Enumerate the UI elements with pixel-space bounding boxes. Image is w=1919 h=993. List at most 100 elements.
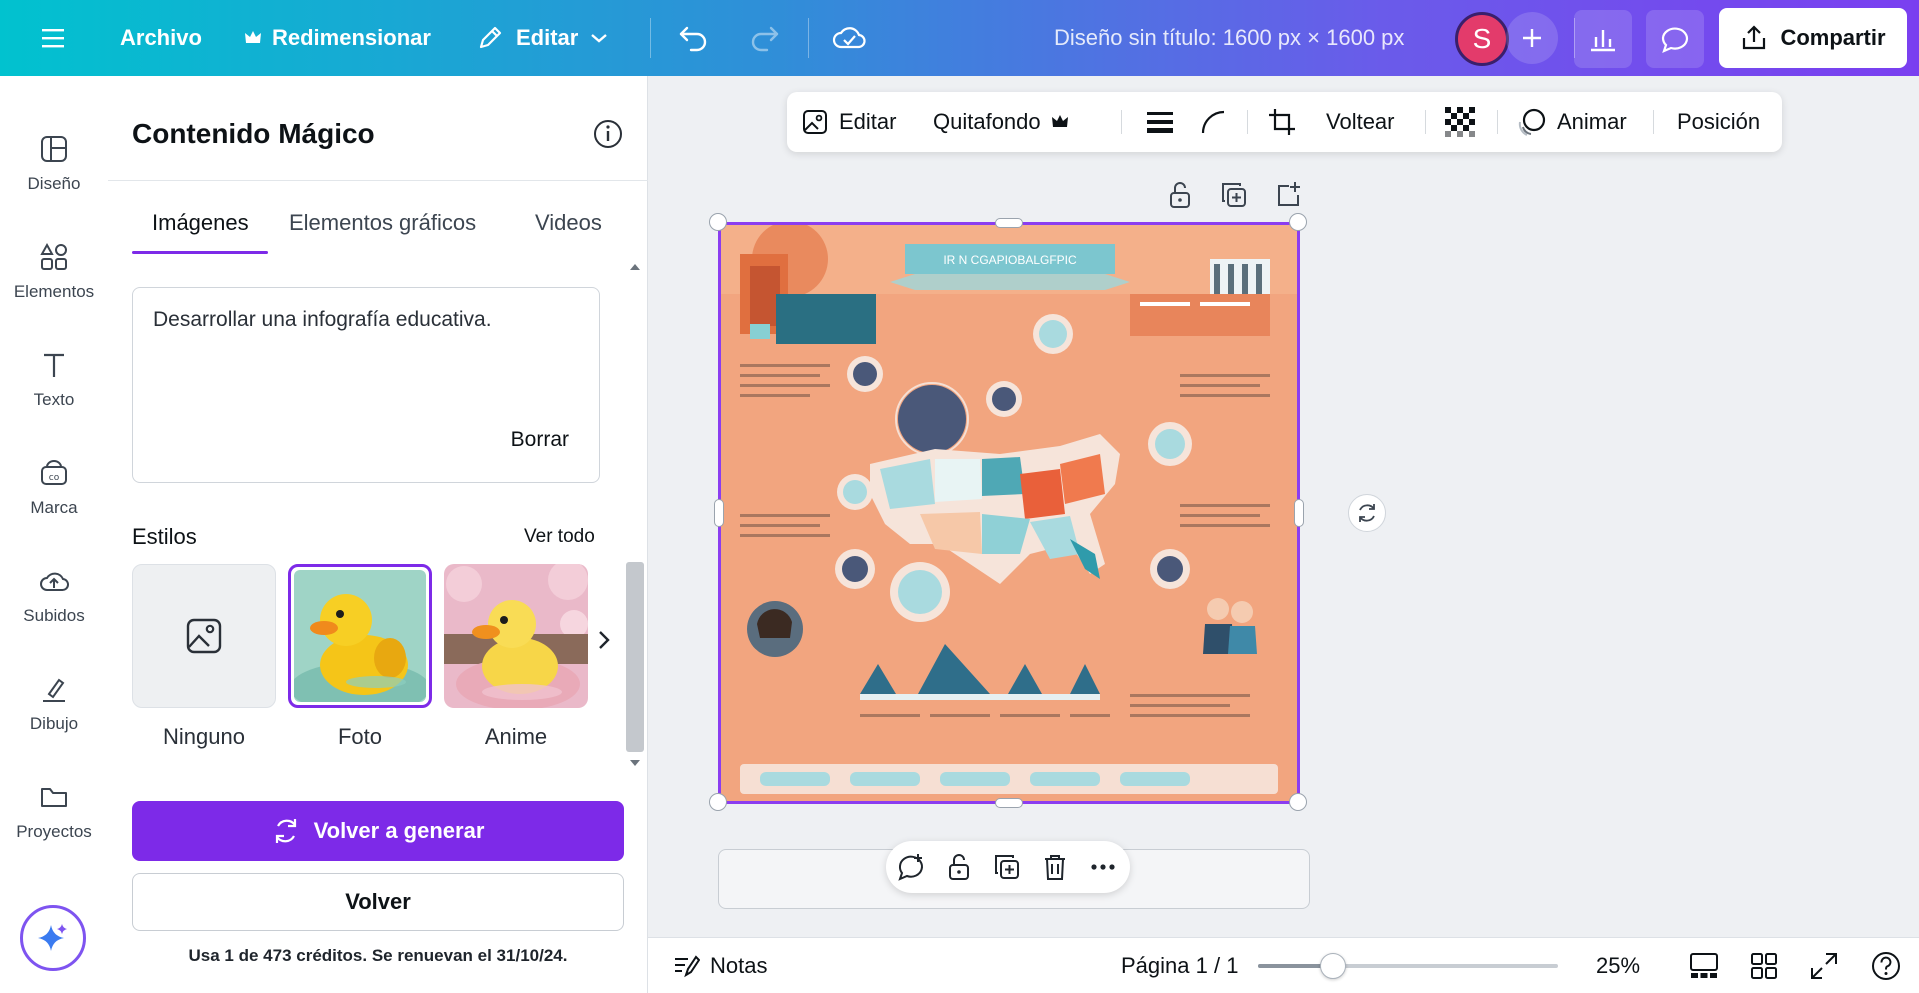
divider bbox=[808, 18, 809, 58]
flip-label: Voltear bbox=[1326, 109, 1395, 134]
hamburger-menu-button[interactable] bbox=[40, 0, 66, 76]
tab-videos[interactable]: Videos bbox=[535, 210, 602, 236]
see-all-link[interactable]: Ver todo bbox=[524, 526, 595, 548]
grid-view-icon[interactable] bbox=[1748, 950, 1780, 982]
scroll-down-arrow-icon[interactable] bbox=[629, 758, 641, 768]
zoom-slider-thumb[interactable] bbox=[1320, 953, 1346, 979]
panel-scrollbar-thumb[interactable] bbox=[626, 562, 644, 752]
add-comment-icon[interactable] bbox=[896, 852, 926, 882]
style-name-photo: Foto bbox=[337, 724, 383, 749]
notes-button[interactable]: Notas bbox=[672, 938, 767, 993]
magic-assistant-button[interactable] bbox=[20, 905, 86, 971]
rail-item-brand[interactable]: co Marca bbox=[0, 438, 108, 538]
trash-icon[interactable] bbox=[1040, 852, 1070, 882]
border-style-button[interactable] bbox=[1145, 92, 1175, 152]
insights-button[interactable] bbox=[1574, 10, 1632, 68]
animate-button[interactable]: Animar bbox=[1517, 92, 1627, 152]
resize-handle-bottom-left[interactable] bbox=[709, 793, 727, 811]
prompt-input-value: Desarrollar una infografía educativa. bbox=[153, 308, 492, 331]
rail-item-draw[interactable]: Dibujo bbox=[0, 654, 108, 754]
corner-rounding-button[interactable] bbox=[1199, 92, 1227, 152]
flip-button[interactable]: Voltear bbox=[1326, 92, 1395, 152]
rail-item-projects[interactable]: Proyectos bbox=[0, 762, 108, 862]
resize-handle-left[interactable] bbox=[714, 499, 724, 527]
resize-handle-right[interactable] bbox=[1294, 499, 1304, 527]
rotate-icon bbox=[1359, 504, 1375, 522]
tab-images[interactable]: Imágenes bbox=[152, 210, 249, 236]
upload-icon bbox=[40, 572, 69, 591]
divider bbox=[1425, 110, 1426, 134]
refresh-icon bbox=[275, 819, 296, 843]
share-button[interactable]: Compartir bbox=[1719, 8, 1907, 68]
avatar[interactable]: S bbox=[1455, 12, 1509, 66]
crown-icon bbox=[245, 31, 261, 43]
style-name-anime: Anime bbox=[484, 724, 548, 749]
notes-icon bbox=[675, 955, 700, 978]
cloud-save-status[interactable] bbox=[832, 0, 866, 76]
rail-item-uploads[interactable]: Subidos bbox=[0, 546, 108, 646]
style-card-anime[interactable] bbox=[444, 564, 588, 708]
style-name-none: Ninguno bbox=[163, 724, 245, 749]
divider bbox=[1497, 110, 1498, 134]
crop-button[interactable] bbox=[1267, 92, 1297, 152]
rotate-handle[interactable] bbox=[1348, 494, 1386, 532]
back-button[interactable]: Volver bbox=[132, 873, 624, 931]
rail-item-design[interactable]: Diseño bbox=[0, 114, 108, 214]
position-label: Posición bbox=[1677, 109, 1761, 134]
info-icon[interactable] bbox=[592, 118, 624, 150]
tab-graphics[interactable]: Elementos gráficos bbox=[289, 210, 476, 236]
scroll-up-arrow-icon[interactable] bbox=[629, 262, 641, 272]
panel-title: Contenido Mágico bbox=[132, 118, 375, 149]
chevron-right-icon[interactable] bbox=[594, 628, 614, 652]
style-card-photo[interactable] bbox=[288, 564, 432, 708]
resize-handle-top[interactable] bbox=[995, 218, 1023, 228]
zoom-percentage[interactable]: 25% bbox=[1596, 938, 1640, 993]
bg-remover-button[interactable]: Quitafondo bbox=[933, 92, 1069, 152]
clear-button[interactable]: Borrar bbox=[511, 428, 569, 452]
more-options-icon[interactable] bbox=[1088, 852, 1118, 882]
file-menu-label: Archivo bbox=[120, 25, 202, 50]
resize-menu[interactable]: Redimensionar bbox=[244, 0, 431, 76]
left-rail: Diseño Elementos Texto co Marca Subidos … bbox=[0, 76, 108, 993]
design-canvas[interactable]: IR N CGAPIOBALGFPIC bbox=[720, 224, 1298, 802]
redo-button[interactable] bbox=[748, 0, 780, 76]
file-menu[interactable]: Archivo bbox=[120, 0, 202, 76]
style-card-none[interactable] bbox=[132, 564, 276, 708]
duplicate-icon[interactable] bbox=[1219, 180, 1249, 210]
fullscreen-icon[interactable] bbox=[1808, 950, 1840, 982]
document-title[interactable]: Diseño sin título: 1600 px × 1600 px bbox=[1054, 0, 1404, 76]
edit-menu[interactable]: Editar bbox=[476, 0, 608, 76]
page-indicator[interactable]: Página 1 / 1 bbox=[1121, 938, 1238, 993]
resize-handle-top-right[interactable] bbox=[1289, 213, 1307, 231]
resize-handle-top-left[interactable] bbox=[709, 213, 727, 231]
image-icon bbox=[186, 618, 222, 654]
transparency-icon bbox=[1445, 107, 1475, 137]
add-page-icon[interactable] bbox=[1273, 180, 1303, 210]
help-icon[interactable] bbox=[1870, 950, 1902, 982]
bg-remover-label: Quitafondo bbox=[933, 109, 1041, 134]
undo-button[interactable] bbox=[678, 0, 710, 76]
regenerate-button[interactable]: Volver a generar bbox=[132, 801, 624, 861]
comments-button[interactable] bbox=[1646, 10, 1704, 68]
resize-handle-bottom-right[interactable] bbox=[1289, 793, 1307, 811]
folder-icon bbox=[41, 788, 67, 807]
lock-open-icon[interactable] bbox=[1165, 180, 1195, 210]
svg-text:co: co bbox=[49, 473, 60, 483]
edit-image-button[interactable]: Editar bbox=[801, 92, 896, 152]
anime-duck-image bbox=[444, 564, 588, 708]
lock-open-icon[interactable] bbox=[944, 852, 974, 882]
rail-item-elements[interactable]: Elementos bbox=[0, 222, 108, 322]
transparency-button[interactable] bbox=[1445, 92, 1475, 152]
credits-info: Usa 1 de 473 créditos. Se renuevan el 31… bbox=[188, 946, 568, 965]
prompt-input[interactable]: Desarrollar una infografía educativa. Bo… bbox=[132, 287, 600, 483]
position-button[interactable]: Posición bbox=[1677, 92, 1760, 152]
duplicate-icon[interactable] bbox=[992, 852, 1022, 882]
crown-icon bbox=[1051, 115, 1068, 127]
rail-item-text[interactable]: Texto bbox=[0, 330, 108, 430]
regenerate-button-label: Volver a generar bbox=[313, 818, 485, 843]
resize-handle-bottom[interactable] bbox=[995, 798, 1023, 808]
infographic-title: IR N CGAPIOBALGFPIC bbox=[943, 253, 1077, 267]
add-collaborator-button[interactable] bbox=[1506, 12, 1558, 64]
page-view-icon[interactable] bbox=[1688, 950, 1720, 982]
rail-item-label: Dibujo bbox=[29, 714, 79, 733]
